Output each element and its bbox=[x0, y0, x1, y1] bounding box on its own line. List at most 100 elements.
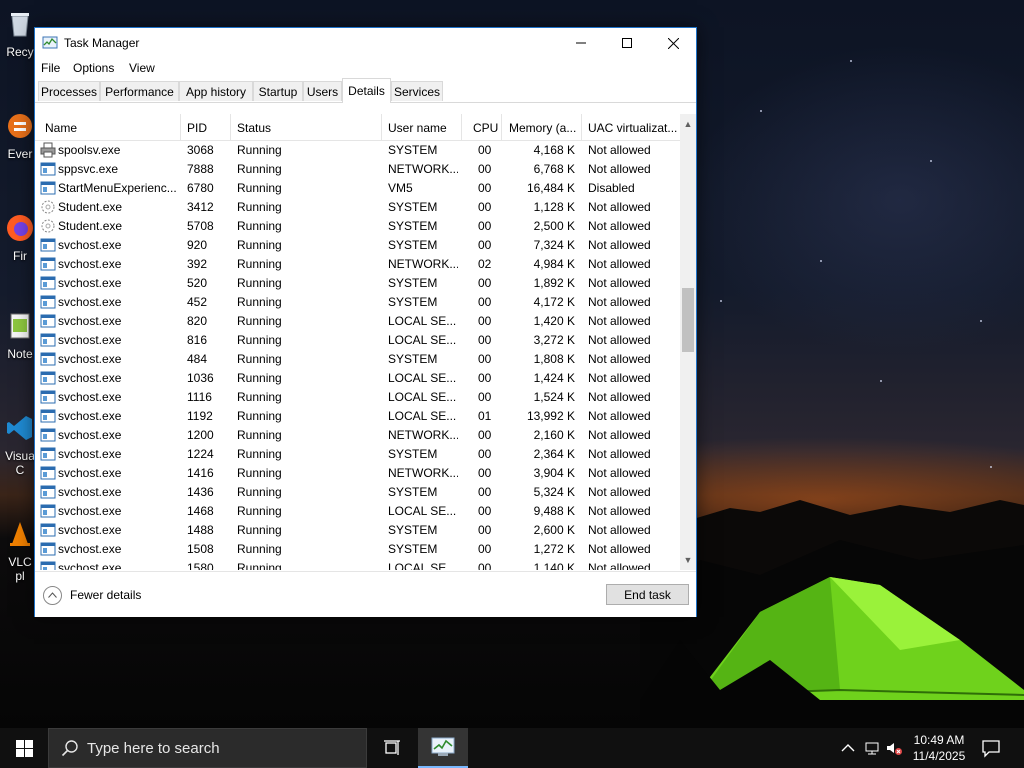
close-button[interactable] bbox=[650, 28, 696, 58]
scrollbar-thumb[interactable] bbox=[682, 288, 694, 352]
process-status: Running bbox=[237, 561, 282, 570]
menu-bar: File Options View bbox=[35, 58, 696, 78]
network-icon[interactable] bbox=[864, 740, 880, 756]
tab-services[interactable]: Services bbox=[391, 81, 443, 101]
column-divider[interactable] bbox=[230, 114, 231, 140]
tab-processes[interactable]: Processes bbox=[38, 81, 100, 101]
table-row[interactable]: svchost.exe 520 Running SYSTEM 00 1,892 K Not … bbox=[35, 274, 680, 293]
task-view-button[interactable] bbox=[370, 728, 414, 768]
process-cpu: 00 bbox=[478, 504, 492, 518]
column-divider[interactable] bbox=[461, 114, 462, 140]
end-task-button[interactable]: End task bbox=[606, 584, 689, 605]
maximize-icon bbox=[622, 38, 632, 48]
process-uac: Not allowed bbox=[588, 523, 651, 537]
table-row[interactable]: Student.exe 5708 Running SYSTEM 00 2,500 K Not… bbox=[35, 217, 680, 236]
search-icon bbox=[61, 740, 78, 757]
column-divider[interactable] bbox=[501, 114, 502, 140]
process-name: svchost.exe bbox=[58, 447, 122, 461]
taskbar-task-manager-button[interactable] bbox=[418, 728, 468, 768]
process-user: LOCAL SE... bbox=[388, 409, 457, 423]
process-status: Running bbox=[237, 523, 282, 537]
table-row[interactable]: svchost.exe 1488 Running SYSTEM 00 2,600 K Not… bbox=[35, 521, 680, 540]
process-cpu: 00 bbox=[478, 390, 492, 404]
process-cpu: 00 bbox=[478, 428, 492, 442]
menu-options[interactable]: Options bbox=[73, 61, 114, 75]
window-app-icon bbox=[40, 465, 56, 481]
printer-icon bbox=[40, 142, 56, 158]
table-row[interactable]: spoolsv.exe 3068 Running SYSTEM 00 4,168 K Not… bbox=[35, 141, 680, 160]
window-app-icon bbox=[40, 560, 56, 570]
menu-file[interactable]: File bbox=[41, 61, 60, 75]
scroll-up-icon[interactable]: ▲ bbox=[680, 116, 696, 132]
column-divider[interactable] bbox=[180, 114, 181, 140]
table-row[interactable]: svchost.exe 1116 Running LOCAL SE... 00 1,524… bbox=[35, 388, 680, 407]
table-row[interactable]: StartMenuExperienc... 6780 Running VM5 00 16,… bbox=[35, 179, 680, 198]
process-user: SYSTEM bbox=[388, 523, 438, 537]
process-status: Running bbox=[237, 200, 282, 214]
table-row[interactable]: Student.exe 3412 Running SYSTEM 00 1,128 K Not… bbox=[35, 198, 680, 217]
process-pid: 1508 bbox=[187, 542, 214, 556]
process-name: svchost.exe bbox=[58, 504, 122, 518]
process-status: Running bbox=[237, 238, 282, 252]
column-divider[interactable] bbox=[581, 114, 582, 140]
taskbar: Type here to search 10:49 AM 11/4/2025 bbox=[0, 728, 1024, 768]
process-name: svchost.exe bbox=[58, 257, 122, 271]
process-memory: 1,424 K bbox=[533, 371, 575, 385]
process-memory: 2,364 K bbox=[533, 447, 575, 461]
table-row[interactable]: svchost.exe 392 Running NETWORK... 02 4,984 K… bbox=[35, 255, 680, 274]
table-row[interactable]: svchost.exe 1508 Running SYSTEM 00 1,272 K Not… bbox=[35, 540, 680, 559]
process-cpu: 00 bbox=[478, 523, 492, 537]
process-cpu: 00 bbox=[478, 276, 492, 290]
menu-view[interactable]: View bbox=[129, 61, 155, 75]
everything-app-icon bbox=[8, 114, 32, 138]
tab-app-history[interactable]: App history bbox=[179, 81, 253, 101]
chevron-up-icon bbox=[43, 585, 62, 605]
process-pid: 7888 bbox=[187, 162, 214, 176]
column-divider[interactable] bbox=[381, 114, 382, 140]
process-uac: Not allowed bbox=[588, 352, 651, 366]
process-status: Running bbox=[237, 428, 282, 442]
notification-center-icon[interactable] bbox=[980, 738, 1002, 758]
table-row[interactable]: svchost.exe 1436 Running SYSTEM 00 5,324 K Not… bbox=[35, 483, 680, 502]
fewer-details-button[interactable]: Fewer details bbox=[43, 585, 141, 605]
process-name: svchost.exe bbox=[58, 390, 122, 404]
process-pid: 484 bbox=[187, 352, 208, 366]
tab-performance[interactable]: Performance bbox=[100, 81, 179, 101]
process-status: Running bbox=[237, 143, 282, 157]
process-pid: 520 bbox=[187, 276, 208, 290]
show-hidden-icons-chevron-icon[interactable] bbox=[840, 740, 856, 756]
process-cpu: 01 bbox=[478, 409, 492, 423]
close-icon bbox=[667, 37, 679, 49]
scroll-down-icon[interactable]: ▼ bbox=[680, 552, 696, 568]
process-uac: Not allowed bbox=[588, 447, 651, 461]
table-row[interactable]: svchost.exe 1224 Running SYSTEM 00 2,364 K Not… bbox=[35, 445, 680, 464]
tab-details[interactable]: Details bbox=[342, 78, 391, 103]
table-row[interactable]: svchost.exe 1468 Running LOCAL SE... 00 9,488… bbox=[35, 502, 680, 521]
taskbar-clock[interactable]: 10:49 AM 11/4/2025 bbox=[905, 732, 973, 764]
maximize-button[interactable] bbox=[604, 28, 650, 58]
table-row[interactable]: svchost.exe 452 Running SYSTEM 00 4,172 K Not … bbox=[35, 293, 680, 312]
table-header: ^ Name PID Status User name CPU Memory (… bbox=[35, 114, 680, 141]
taskbar-search-box[interactable]: Type here to search bbox=[48, 728, 367, 768]
table-row[interactable]: svchost.exe 484 Running SYSTEM 00 1,808 K Not … bbox=[35, 350, 680, 369]
table-row[interactable]: svchost.exe 816 Running LOCAL SE... 00 3,272 … bbox=[35, 331, 680, 350]
table-row[interactable]: svchost.exe 920 Running SYSTEM 00 7,324 K Not … bbox=[35, 236, 680, 255]
table-row[interactable]: svchost.exe 1200 Running NETWORK... 00 2,160 … bbox=[35, 426, 680, 445]
table-row[interactable]: svchost.exe 1192 Running LOCAL SE... 01 13,99… bbox=[35, 407, 680, 426]
table-row[interactable]: sppsvc.exe 7888 Running NETWORK... 00 6,768 K… bbox=[35, 160, 680, 179]
volume-muted-icon[interactable] bbox=[886, 740, 902, 756]
table-row[interactable]: svchost.exe 1416 Running NETWORK... 00 3,904 … bbox=[35, 464, 680, 483]
table-row[interactable]: svchost.exe 820 Running LOCAL SE... 00 1,420 … bbox=[35, 312, 680, 331]
table-row[interactable]: svchost.exe 1580 Running LOCAL SE... 00 1,140… bbox=[35, 559, 680, 570]
start-button[interactable] bbox=[0, 728, 48, 768]
vertical-scrollbar[interactable]: ▲ ▼ bbox=[680, 114, 696, 570]
title-bar[interactable]: Task Manager bbox=[35, 28, 696, 58]
table-row[interactable]: svchost.exe 1036 Running LOCAL SE... 00 1,424… bbox=[35, 369, 680, 388]
process-name: svchost.exe bbox=[58, 371, 122, 385]
minimize-button[interactable] bbox=[558, 28, 604, 58]
tab-users[interactable]: Users bbox=[303, 81, 342, 101]
tab-startup[interactable]: Startup bbox=[253, 81, 303, 101]
process-pid: 3412 bbox=[187, 200, 214, 214]
process-status: Running bbox=[237, 485, 282, 499]
process-cpu: 00 bbox=[478, 181, 492, 195]
